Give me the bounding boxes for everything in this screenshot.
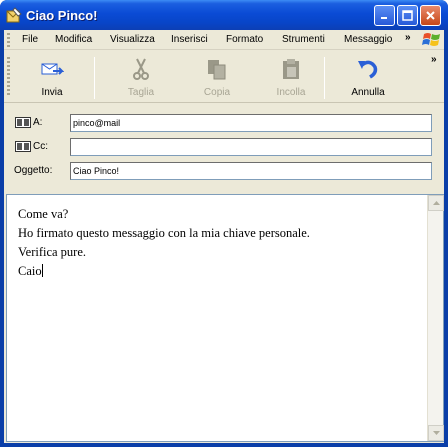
address-book-icon xyxy=(15,117,31,128)
subject-field[interactable]: Ciao Pinco! xyxy=(70,162,432,180)
scissors-icon xyxy=(129,57,153,81)
menu-formato[interactable]: Formato xyxy=(226,34,263,45)
scroll-up-button[interactable] xyxy=(428,195,444,211)
send-icon xyxy=(40,57,65,81)
to-label: A: xyxy=(33,117,43,128)
menu-file[interactable]: File xyxy=(22,34,38,45)
undo-button[interactable]: Annulla xyxy=(342,55,394,101)
cut-label: Taglia xyxy=(127,87,155,98)
minimize-button[interactable] xyxy=(374,5,395,26)
subject-label: Oggetto: xyxy=(14,165,53,176)
close-button[interactable] xyxy=(420,5,441,26)
menu-messaggio[interactable]: Messaggio xyxy=(344,34,392,45)
menu-modifica[interactable]: Modifica xyxy=(55,34,92,45)
paste-button[interactable]: Incolla xyxy=(265,55,317,101)
minimize-icon xyxy=(381,17,387,19)
copy-icon xyxy=(205,57,229,81)
text-caret xyxy=(41,264,43,277)
toolbar-separator xyxy=(94,57,95,99)
menu-visualizza[interactable]: Visualizza xyxy=(110,34,155,45)
paste-label: Incolla xyxy=(276,87,306,98)
toolbar-separator xyxy=(324,57,325,99)
window-client-area: File Modifica Visualizza Inserisci Forma… xyxy=(4,30,444,443)
undo-label: Annulla xyxy=(351,87,385,98)
cc-field[interactable] xyxy=(70,138,432,156)
compose-message-icon xyxy=(6,7,22,23)
compose-window: Ciao Pinco! File Modifica Visualizza Ins… xyxy=(0,0,448,447)
message-body-text[interactable]: Come va? Ho firmato questo messaggio con… xyxy=(18,205,310,281)
message-body-editor[interactable]: Come va? Ho firmato questo messaggio con… xyxy=(6,194,444,442)
maximize-icon xyxy=(402,10,413,21)
scroll-down-button[interactable] xyxy=(428,425,444,441)
body-line: Ho firmato questo messaggio con la mia c… xyxy=(18,226,310,240)
to-field[interactable]: pinco@mail xyxy=(70,114,432,132)
menu-overflow-chevron[interactable]: » xyxy=(405,32,411,43)
send-label: Invia xyxy=(41,87,63,98)
message-header-fields: A: pinco@mail Cc: Oggetto: Ciao Pinco! xyxy=(4,104,444,190)
address-book-icon xyxy=(15,141,31,152)
title-bar[interactable]: Ciao Pinco! xyxy=(0,0,448,30)
send-button[interactable]: Invia xyxy=(26,55,78,101)
close-icon xyxy=(426,11,435,20)
toolbar: Invia Taglia Copia Incolla Annulla » xyxy=(4,51,444,103)
copy-label: Copia xyxy=(203,87,231,98)
cc-button[interactable]: Cc: xyxy=(15,141,48,152)
cut-button[interactable]: Taglia xyxy=(115,55,167,101)
cc-row: Cc: xyxy=(4,136,444,158)
cc-label: Cc: xyxy=(33,141,48,152)
vertical-scrollbar[interactable] xyxy=(427,195,444,441)
subject-row: Oggetto: Ciao Pinco! xyxy=(4,160,444,182)
toolbar-overflow-chevron[interactable]: » xyxy=(431,54,437,65)
menu-bar-grip[interactable] xyxy=(7,33,10,47)
copy-button[interactable]: Copia xyxy=(191,55,243,101)
body-line: Verifica pure. xyxy=(18,245,87,259)
window-title: Ciao Pinco! xyxy=(26,8,98,23)
maximize-button[interactable] xyxy=(397,5,418,26)
toolbar-grip[interactable] xyxy=(7,57,10,97)
body-line: Caio xyxy=(18,264,42,278)
menu-inserisci[interactable]: Inserisci xyxy=(171,34,208,45)
paste-icon xyxy=(279,57,303,81)
body-line: Come va? xyxy=(18,207,69,221)
chevron-up-icon xyxy=(432,201,440,205)
to-button[interactable]: A: xyxy=(15,117,42,128)
undo-icon xyxy=(356,57,380,81)
to-row: A: pinco@mail xyxy=(4,112,444,134)
menu-strumenti[interactable]: Strumenti xyxy=(282,34,325,45)
menu-bar: File Modifica Visualizza Inserisci Forma… xyxy=(4,30,444,50)
chevron-down-icon xyxy=(432,431,440,435)
windows-logo-icon xyxy=(422,31,442,49)
